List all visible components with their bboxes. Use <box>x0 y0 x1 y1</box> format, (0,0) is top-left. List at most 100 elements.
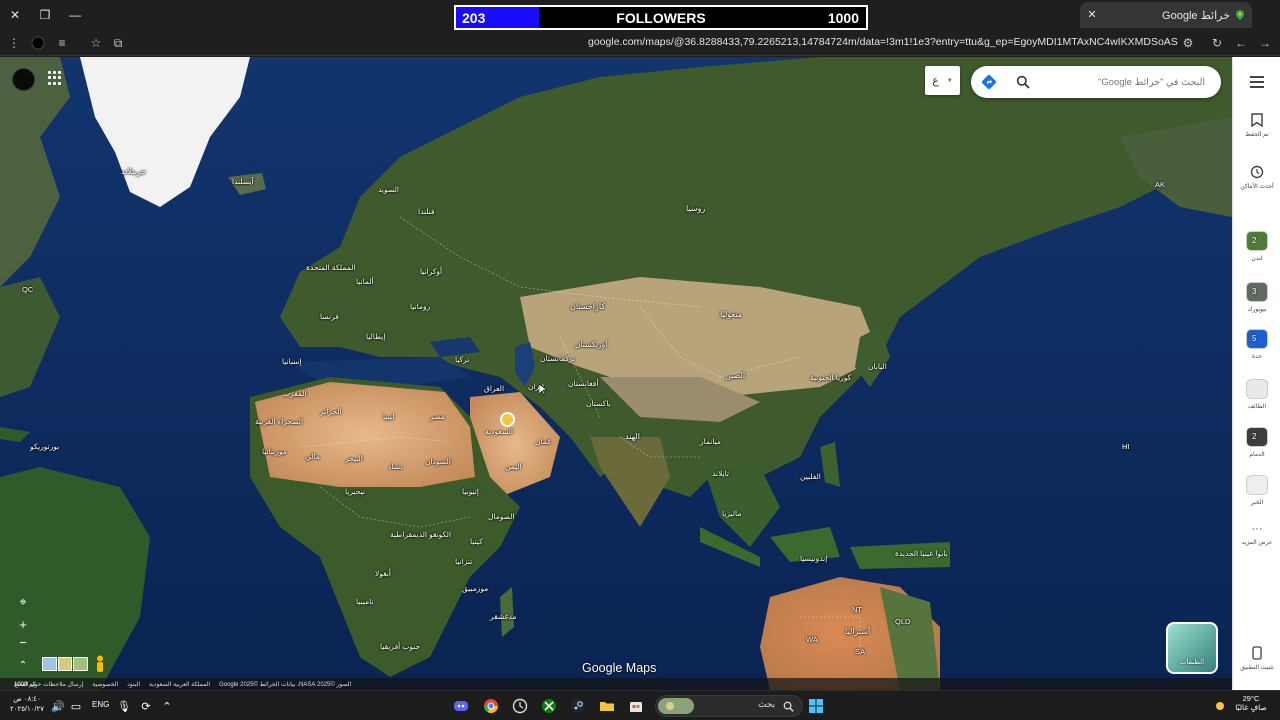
install-app-button[interactable]: تثبيت التطبيق <box>1233 646 1280 671</box>
place-label[interactable]: ميانمار <box>700 437 721 446</box>
place-label[interactable]: بابوا غينيا الجديدة <box>895 549 948 558</box>
pegman-icon[interactable] <box>94 655 106 673</box>
input-language[interactable]: ENG <box>92 700 109 709</box>
place-label[interactable]: بورتوريكو <box>30 442 59 451</box>
place-label[interactable]: AK <box>1155 180 1165 189</box>
place-label[interactable]: مالي <box>305 452 320 461</box>
google-apps-icon[interactable] <box>48 71 62 85</box>
share-icon[interactable]: ⧉ <box>108 33 128 53</box>
place-label[interactable]: السويد <box>378 185 399 194</box>
menu-dots-icon[interactable]: ⋮ <box>4 33 24 53</box>
back-icon[interactable]: → <box>1255 33 1275 53</box>
place-label[interactable]: SA <box>855 647 865 656</box>
place-label[interactable]: أنغولا <box>375 569 391 578</box>
place-label[interactable]: تركمانستان <box>540 354 575 363</box>
sync-icon[interactable]: ⟳ <box>136 696 156 716</box>
discord-app-icon[interactable] <box>451 696 471 716</box>
place-label[interactable]: أفغانستان <box>568 379 598 388</box>
place-label[interactable]: أوكرانيا <box>420 267 442 276</box>
place-label[interactable]: إثيوبيا <box>462 487 479 496</box>
place-label[interactable]: مدغشقر <box>490 612 517 621</box>
window-minimize-icon[interactable]: — <box>64 4 86 26</box>
place-label[interactable]: كوريا الجنوبية <box>810 373 851 382</box>
tray-chevron-icon[interactable]: ⌃ <box>157 696 177 716</box>
zoom-in-button[interactable]: + <box>12 614 34 634</box>
place-label[interactable]: موريتانيا <box>262 447 287 456</box>
place-label[interactable]: المغرب <box>283 389 307 398</box>
place-label[interactable]: جنوب أفريقيا <box>380 642 420 651</box>
place-label[interactable]: كينيا <box>470 537 483 546</box>
recent-place-jeddah[interactable]: 5 جدة <box>1233 329 1280 360</box>
place-label[interactable]: منغوليا <box>720 310 742 319</box>
location-marker-icon[interactable] <box>500 412 515 427</box>
media-app-icon[interactable] <box>510 696 530 716</box>
directions-icon[interactable] <box>981 74 997 90</box>
place-label[interactable]: أستراليا <box>845 627 870 636</box>
place-label[interactable]: الفلبين <box>800 472 821 481</box>
place-label[interactable]: اليمن <box>505 462 522 471</box>
place-label[interactable]: نيجيريا <box>345 487 365 496</box>
saved-button[interactable]: تم الحفظ <box>1233 113 1280 138</box>
place-label[interactable]: ماليزيا <box>722 509 741 518</box>
search-icon[interactable] <box>1016 75 1030 89</box>
satellite-map[interactable]: جرينلاند آيسلندا روسيا فنلندا السويد الم… <box>0 57 1232 690</box>
place-label[interactable]: QLD <box>895 617 910 626</box>
recents-button[interactable]: أحدث الأماكن <box>1233 165 1280 190</box>
recent-place-khobar[interactable]: الخبر <box>1233 475 1280 506</box>
bookmark-star-icon[interactable]: ☆ <box>86 33 106 53</box>
network-icon[interactable]: ▭ <box>66 696 86 716</box>
place-label[interactable]: اليابان <box>868 362 887 371</box>
place-label[interactable]: الجزائر <box>320 407 342 416</box>
place-label[interactable]: إسبانيا <box>282 357 302 366</box>
language-button[interactable]: ع ▼ <box>925 66 960 95</box>
place-label[interactable]: إندونيسيا <box>800 554 827 563</box>
place-label[interactable]: النيجر <box>345 454 363 463</box>
browser-tab[interactable]: خرائط Google ✕ <box>1080 2 1252 28</box>
place-label[interactable]: جرينلاند <box>121 167 146 176</box>
place-label[interactable]: رومانيا <box>410 302 430 311</box>
scale-bar[interactable]: 1000 كم <box>14 681 36 688</box>
url-field[interactable]: google.com/maps/@36.8288433,79.2265213,1… <box>588 36 1178 48</box>
microphone-icon[interactable]: 🎙 <box>114 696 134 716</box>
recent-place-dammam[interactable]: 2 الدمام <box>1233 427 1280 458</box>
search-box[interactable] <box>971 66 1221 98</box>
recent-place-taif[interactable]: الطائف <box>1233 379 1280 410</box>
window-restore-icon[interactable]: ❐ <box>34 4 56 26</box>
profile-icon[interactable] <box>28 33 48 53</box>
chrome-app-icon[interactable] <box>481 696 501 716</box>
my-location-icon[interactable]: ⌖ <box>12 592 34 612</box>
site-settings-icon[interactable]: ⚙ <box>1178 33 1198 53</box>
place-label[interactable]: HI <box>1122 442 1130 451</box>
place-label[interactable]: أوزبكستان <box>575 340 607 349</box>
weather-widget[interactable]: 29°C صافٍ غالبًا <box>1226 694 1276 712</box>
place-label[interactable]: العراق <box>484 384 504 393</box>
place-label[interactable]: QC <box>22 285 33 294</box>
place-label[interactable]: الكونغو الديمقراطية <box>390 530 451 539</box>
place-label[interactable]: الصين <box>725 371 745 380</box>
forward-icon[interactable]: ← <box>1231 33 1251 53</box>
steam-app-icon[interactable] <box>568 696 588 716</box>
attribution-terms[interactable]: البنود <box>127 681 140 688</box>
place-label[interactable]: كازاخستان <box>570 302 605 311</box>
zoom-out-button[interactable]: − <box>12 632 34 652</box>
xbox-app-icon[interactable] <box>539 696 559 716</box>
place-label[interactable]: مصر <box>430 412 445 421</box>
place-label[interactable]: باكستان <box>586 399 611 408</box>
tab-close-icon[interactable]: ✕ <box>1084 6 1100 22</box>
place-label[interactable]: تنزانيا <box>455 557 472 566</box>
expand-chevron-icon[interactable]: ⌃ <box>12 655 34 675</box>
place-label[interactable]: ألمانيا <box>356 277 374 286</box>
place-label[interactable]: تايلاند <box>712 469 729 478</box>
place-label[interactable]: ناميبيا <box>356 597 373 606</box>
place-label[interactable]: آيسلندا <box>232 177 254 186</box>
place-label[interactable]: موزمبيق <box>462 584 488 593</box>
search-input[interactable] <box>1045 75 1205 89</box>
place-label[interactable]: الصحراء الغربية <box>255 417 303 426</box>
recent-place-new-york[interactable]: 3 نيويورك <box>1233 282 1280 313</box>
recent-place-london[interactable]: 2 لندن <box>1233 231 1280 262</box>
taskbar-search-box[interactable] <box>655 695 803 717</box>
place-label[interactable]: ليبيا <box>383 412 394 421</box>
place-label[interactable]: السودان <box>425 457 451 466</box>
place-label[interactable]: تركيا <box>455 355 469 364</box>
layers-button[interactable]: الطبقات <box>1166 622 1218 674</box>
